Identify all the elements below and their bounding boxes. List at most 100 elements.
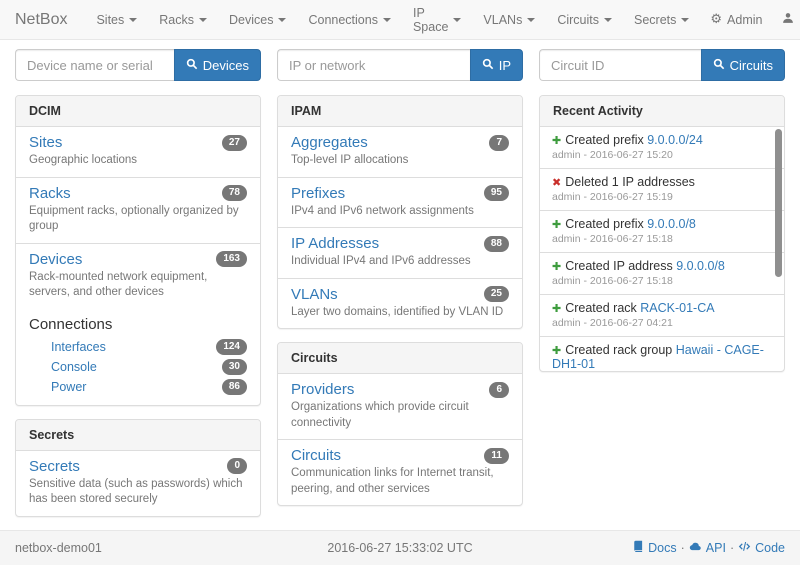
book-icon (632, 540, 644, 555)
item-description: Organizations which provide circuit conn… (291, 400, 509, 431)
count-badge: 27 (222, 135, 247, 151)
navbar-item[interactable]: VLANs (472, 1, 546, 39)
device-search-input[interactable] (15, 49, 174, 81)
item-link[interactable]: Devices (29, 251, 82, 268)
activity-action-text: Created rack group (565, 343, 672, 357)
item-link[interactable]: Racks (29, 185, 71, 202)
navbar-item[interactable]: IP Space (402, 0, 472, 46)
item-link[interactable]: Prefixes (291, 185, 345, 202)
navbar: NetBox Sites Racks Devices Connections (0, 0, 800, 40)
activity-meta: admin - 2016-06-27 15:18 (552, 233, 768, 245)
item-link[interactable]: IP Addresses (291, 235, 379, 252)
circuit-search-group: Circuits (539, 49, 785, 81)
navbar-right: ⚙ Admin Profile Log out (700, 0, 800, 46)
navbar-item[interactable]: Circuits (546, 1, 623, 39)
activity-action-icon (552, 344, 561, 357)
connection-link[interactable]: Console (51, 360, 97, 374)
api-link[interactable]: API (689, 540, 726, 556)
item-link[interactable]: Secrets (29, 458, 80, 475)
item-description: Communication links for Internet transit… (291, 466, 509, 497)
device-search-group: Devices (15, 49, 261, 81)
activity-object-link[interactable]: 9.0.0.0/8 (676, 259, 725, 273)
chevron-down-icon (383, 18, 391, 22)
ipam-list-item: Aggregates 7 Top-level IP allocations (278, 127, 522, 177)
activity-item: Created rack group Hawaii - CAGE-DH1-01 … (540, 336, 784, 371)
item-link[interactable]: VLANs (291, 286, 338, 303)
docs-link[interactable]: Docs (632, 540, 676, 555)
count-badge: 25 (484, 286, 509, 302)
activity-action-icon (552, 218, 561, 231)
ipam-list-item: IP Addresses 88 Individual IPv4 and IPv6… (278, 227, 522, 278)
activity-action-icon (552, 176, 561, 189)
navbar-item-label: Devices (229, 13, 273, 27)
ip-search-input[interactable] (277, 49, 470, 81)
count-badge: 30 (222, 359, 247, 375)
chevron-down-icon (278, 18, 286, 22)
count-badge: 86 (222, 379, 247, 395)
activity-object-link[interactable]: RACK-01-CA (640, 301, 714, 315)
cloud-icon (689, 540, 702, 556)
item-description: Rack-mounted network equipment, servers,… (29, 270, 247, 301)
navbar-item-label: Connections (308, 13, 378, 27)
chevron-down-icon (129, 18, 137, 22)
profile-link[interactable]: Profile (772, 0, 800, 39)
navbar-item-label: Secrets (634, 13, 676, 27)
navbar-item[interactable]: Connections (297, 1, 402, 39)
activity-action-text: Created prefix (565, 217, 644, 231)
activity-action-text: Deleted 1 IP addresses (565, 175, 695, 189)
activity-meta: admin - 2016-06-27 15:20 (552, 149, 768, 161)
item-link[interactable]: Circuits (291, 447, 341, 464)
count-badge: 163 (216, 251, 247, 267)
item-link[interactable]: Sites (29, 134, 62, 151)
connection-link[interactable]: Interfaces (51, 340, 106, 354)
search-icon (713, 58, 725, 73)
separator: · (730, 541, 734, 555)
item-description: IPv4 and IPv6 network assignments (291, 204, 509, 220)
ipam-panel: IPAM Aggregates 7 Top-level IP allocatio… (277, 95, 523, 329)
item-link[interactable]: Aggregates (291, 134, 368, 151)
item-description: Top-level IP allocations (291, 153, 509, 169)
connections-section: Connections Interfaces 124 Console 30 (16, 309, 260, 405)
activity-list: Created prefix 9.0.0.0/24 admin - 2016-0… (540, 127, 784, 371)
dcim-list-item: Devices 163 Rack-mounted network equipme… (16, 243, 260, 309)
activity-scrollbar[interactable] (775, 129, 782, 277)
navbar-item-label: VLANs (483, 13, 522, 27)
navbar-item[interactable]: Secrets (623, 1, 700, 39)
connection-row: Console 30 (29, 357, 247, 377)
admin-link[interactable]: ⚙ Admin (700, 1, 772, 39)
code-link[interactable]: Code (738, 540, 785, 556)
connection-link[interactable]: Power (51, 380, 86, 394)
item-description: Individual IPv4 and IPv6 addresses (291, 254, 509, 270)
activity-meta: admin - 2016-06-27 15:18 (552, 275, 768, 287)
count-badge: 88 (484, 236, 509, 252)
search-bar: Devices IP Circuits (0, 40, 800, 81)
recent-activity-panel: Recent Activity Created prefix 9.0.0.0/2… (539, 95, 785, 372)
search-ip-button[interactable]: IP (470, 49, 523, 81)
search-circuits-button[interactable]: Circuits (701, 49, 785, 81)
footer: 2016-06-27 15:33:02 UTC netbox-demo01 Do… (0, 530, 800, 565)
ipam-list-item: Prefixes 95 IPv4 and IPv6 network assign… (278, 177, 522, 228)
gear-icon: ⚙ (710, 13, 722, 26)
connection-row: Interfaces 124 (29, 337, 247, 357)
circuit-search-input[interactable] (539, 49, 701, 81)
search-devices-button[interactable]: Devices (174, 49, 261, 81)
navbar-item-label: Sites (96, 13, 124, 27)
panel-title-circuits: Circuits (278, 343, 522, 374)
circuits-list-item: Providers 6 Organizations which provide … (278, 374, 522, 439)
activity-object-link[interactable]: 9.0.0.0/8 (647, 217, 696, 231)
chevron-down-icon (453, 18, 461, 22)
activity-item: Created IP address 9.0.0.0/8 admin - 201… (540, 252, 784, 294)
navbar-item-label: IP Space (413, 6, 448, 34)
activity-action-icon (552, 134, 561, 147)
navbar-item[interactable]: Devices (218, 1, 297, 39)
count-badge: 95 (484, 185, 509, 201)
search-icon (482, 58, 494, 73)
brand-logo[interactable]: NetBox (15, 11, 67, 29)
item-link[interactable]: Providers (291, 381, 354, 398)
item-description: Equipment racks, optionally organized by… (29, 204, 247, 235)
navbar-item[interactable]: Sites (85, 1, 148, 39)
navbar-item[interactable]: Racks (148, 1, 218, 39)
activity-object-link[interactable]: 9.0.0.0/24 (647, 133, 703, 147)
item-description: Sensitive data (such as passwords) which… (29, 477, 247, 508)
chevron-down-icon (527, 18, 535, 22)
